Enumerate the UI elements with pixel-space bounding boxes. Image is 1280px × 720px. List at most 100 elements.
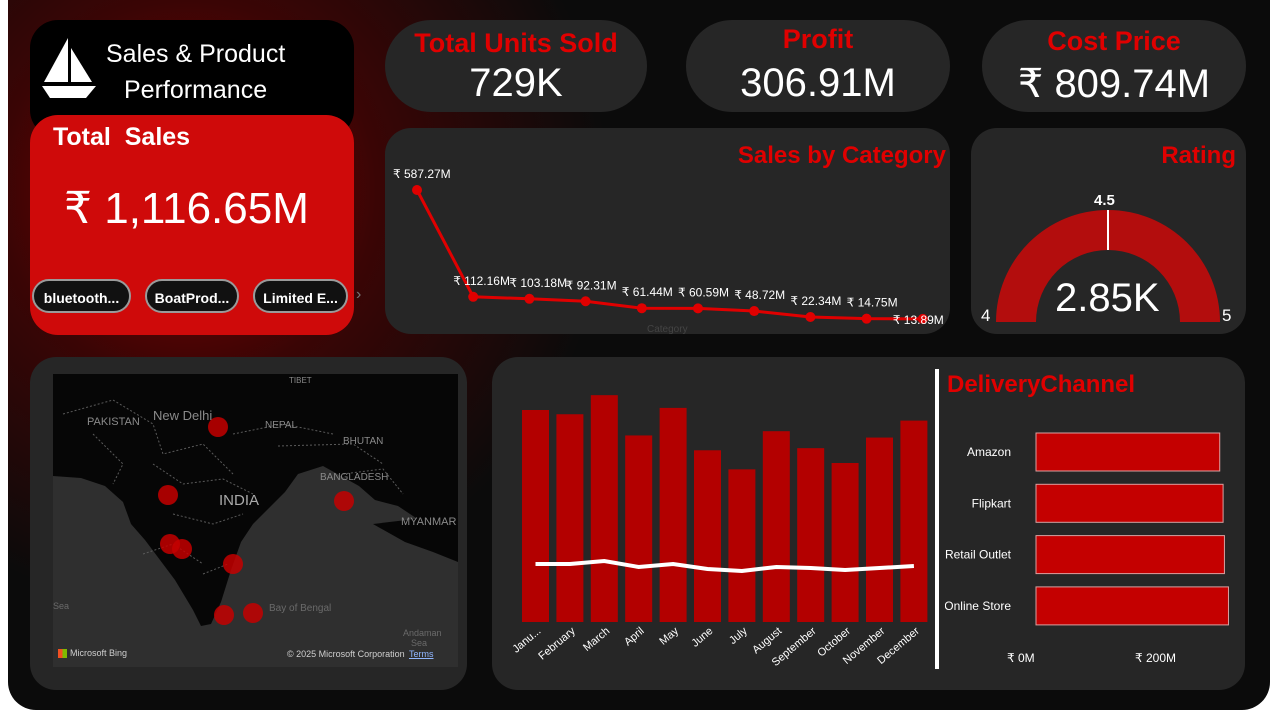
channel-bar xyxy=(1035,535,1225,575)
category-data-label: ₹ 60.59M xyxy=(678,285,729,299)
channel-bar xyxy=(1035,586,1229,626)
month-bar xyxy=(590,395,618,622)
channel-label: Flipkart xyxy=(972,496,1012,510)
map-label-andaman-1: Andaman xyxy=(403,628,442,638)
monthly-and-delivery-card: Janu... February March April May June July Augu… xyxy=(492,357,1245,690)
chevron-right-icon[interactable]: › xyxy=(356,286,361,304)
month-bar xyxy=(694,450,721,622)
map-marker-bengaluru xyxy=(214,605,234,625)
month-bar xyxy=(762,431,790,622)
brand-title-line1: Sales & Product xyxy=(106,40,286,68)
brand-title-line2: Performance xyxy=(124,76,268,104)
category-point xyxy=(805,311,816,322)
channel-bar xyxy=(1035,432,1221,472)
map-card: PAKISTAN New Delhi TIBET NEPAL BHUTAN IN… xyxy=(30,357,467,690)
cost-price-value: ₹ 809.74M xyxy=(1017,62,1211,106)
cost-price-label: Cost Price xyxy=(1047,26,1181,56)
monthly-sales-chart: Janu...February March April May June July Augu… xyxy=(510,395,928,669)
map-label-andaman-2: Sea xyxy=(411,638,428,648)
map-copyright: © 2025 Microsoft Corporation xyxy=(287,649,405,659)
map-label-tibet: TIBET xyxy=(289,376,312,385)
channel-label: Retail Outlet xyxy=(945,548,1012,562)
category-data-label: ₹ 48.72M xyxy=(734,288,785,302)
axis-tick-label: ₹ 0M xyxy=(1007,651,1035,665)
month-bar xyxy=(728,469,756,622)
channel-bar xyxy=(1035,483,1224,523)
channel-label: Online Store xyxy=(945,599,1011,613)
category-point xyxy=(412,185,422,195)
map-label-new-delhi: New Delhi xyxy=(153,408,213,423)
rating-value: 2.85K xyxy=(1055,276,1160,320)
map-label-bangladesh: BANGLADESH xyxy=(320,472,389,483)
category-data-label: ₹ 103.18M xyxy=(509,276,567,290)
slicer-chip-boatproducts[interactable]: BoatProd... xyxy=(145,279,239,313)
category-data-label: ₹ 13.89M xyxy=(893,313,944,327)
month-bar xyxy=(659,407,687,622)
map-terms-link[interactable]: Terms xyxy=(409,649,434,659)
slicer-chip-bluetooth[interactable]: bluetooth... xyxy=(32,279,131,313)
rating-card: Rating 4.5 2.85K 4 5 xyxy=(971,128,1246,334)
map-label-india: INDIA xyxy=(219,492,260,509)
map-label-bay-of-bengal: Bay of Bengal xyxy=(269,603,332,614)
category-axis-label: Category xyxy=(647,324,688,335)
units-sold-label: Total Units Sold xyxy=(414,28,618,58)
sailboat-icon xyxy=(42,38,96,98)
map-marker-gujarat xyxy=(158,485,178,505)
month-bar xyxy=(556,414,584,622)
delivery-channel-chart: Amazon Flipkart Retail Outlet Online Store ₹… xyxy=(945,432,1229,665)
map-marker-hyderabad xyxy=(223,554,243,574)
rating-max-label: 5 xyxy=(1222,306,1232,325)
category-point xyxy=(580,296,591,307)
cost-price-card: Cost Price ₹ 809.74M xyxy=(982,20,1246,112)
map-marker-kolkata xyxy=(334,491,354,511)
month-label: April xyxy=(622,625,647,648)
category-data-label: ₹ 92.31M xyxy=(566,278,617,292)
map-label-myanmar: MYANMAR xyxy=(401,516,457,528)
category-data-label: ₹ 22.34M xyxy=(790,294,841,308)
bing-logo-icon xyxy=(58,649,67,658)
profit-label: Profit xyxy=(782,24,854,54)
slicer-chip-limited-edition[interactable]: Limited E... xyxy=(253,279,348,313)
sales-by-category-card: Sales by Category ₹ 587.27M ₹ 112.16M ₹ 10… xyxy=(385,128,950,335)
units-sold-value: 729K xyxy=(469,61,563,105)
map-attribution: Microsoft Bing xyxy=(70,648,128,658)
map-label-nepal: NEPAL xyxy=(265,420,298,431)
month-bar xyxy=(797,448,825,622)
dashboard-background: Sales & Product Performance Total Sales … xyxy=(8,0,1270,710)
category-data-label: ₹ 61.44M xyxy=(622,285,673,299)
rating-min-label: 4 xyxy=(981,306,991,325)
category-point xyxy=(861,313,872,324)
month-label: March xyxy=(581,625,612,654)
month-bar xyxy=(866,437,893,622)
channel-label: Amazon xyxy=(967,445,1011,459)
delivery-channel-title: DeliveryChannel xyxy=(947,371,1136,398)
category-point xyxy=(636,303,647,314)
category-point xyxy=(524,293,535,304)
panel-divider xyxy=(935,369,939,669)
map-marker-pune xyxy=(172,539,192,559)
map-label-sea: Sea xyxy=(53,601,70,611)
units-sold-card: Total Units Sold 729K xyxy=(385,20,647,112)
map-label-bhutan: BHUTAN xyxy=(343,436,384,447)
category-point xyxy=(468,291,479,302)
sales-by-category-chart: ₹ 587.27M ₹ 112.16M ₹ 103.18M₹ 92.31M ₹ 61.… xyxy=(393,167,944,327)
total-sales-value: ₹ 1,116.65M xyxy=(64,184,309,233)
month-bar xyxy=(522,410,549,622)
category-data-label: ₹ 112.16M xyxy=(453,274,510,288)
map-marker-chennai xyxy=(243,603,263,623)
profit-card: Profit 306.91M xyxy=(686,20,950,112)
month-bar xyxy=(831,463,859,622)
month-label: June xyxy=(689,625,715,650)
month-label: July xyxy=(727,625,750,647)
category-data-label: ₹ 587.27M xyxy=(393,167,451,181)
category-point xyxy=(693,303,703,314)
category-point xyxy=(749,306,760,317)
category-data-label: ₹ 14.75M xyxy=(847,296,898,310)
map-view[interactable]: PAKISTAN New Delhi TIBET NEPAL BHUTAN IN… xyxy=(53,374,458,667)
axis-tick-label: ₹ 200M xyxy=(1135,651,1176,665)
month-label: February xyxy=(536,625,578,663)
month-bar xyxy=(900,420,928,622)
month-label: May xyxy=(657,625,681,648)
total-sales-label: Total Sales xyxy=(53,123,191,151)
map-label-pakistan: PAKISTAN xyxy=(87,416,140,428)
